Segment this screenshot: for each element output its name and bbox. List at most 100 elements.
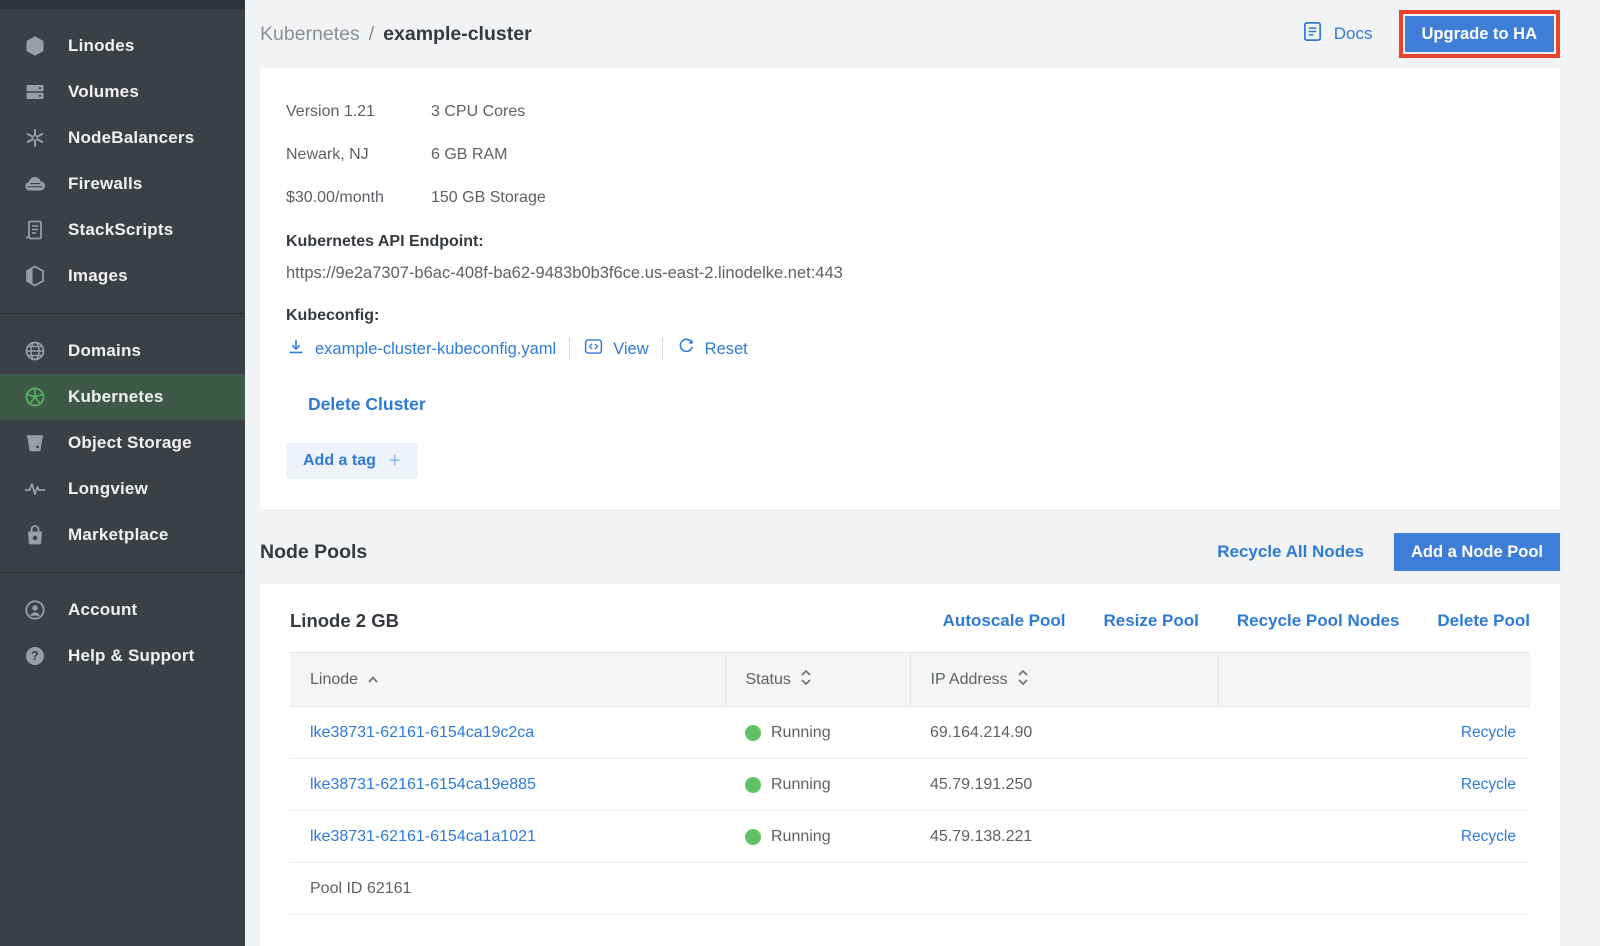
kubeconfig-label: Kubeconfig:: [286, 307, 1534, 325]
domains-icon: [22, 338, 48, 364]
node-ip: 69.164.214.90: [910, 707, 1218, 759]
help-icon: ?: [22, 643, 48, 669]
sidebar-item-label: Help & Support: [68, 646, 195, 666]
sort-icon: [800, 669, 812, 691]
sidebar-item-label: NodeBalancers: [68, 128, 194, 148]
status-label: Running: [771, 724, 831, 742]
sidebar-item-label: Account: [68, 600, 137, 620]
docs-icon: [1301, 20, 1324, 48]
cluster-summary-grid: Version 1.21 3 CPU Cores Newark, NJ 6 GB…: [286, 90, 1534, 219]
delete-cluster-button[interactable]: Delete Cluster: [308, 394, 426, 415]
page-title: example-cluster: [383, 23, 532, 46]
sidebar-item-nodebalancers[interactable]: NodeBalancers: [0, 115, 245, 161]
breadcrumb: Kubernetes / example-cluster: [260, 23, 532, 46]
pool-actions: Autoscale Pool Resize Pool Recycle Pool …: [943, 611, 1530, 631]
nodebalancers-icon: [22, 125, 48, 151]
cluster-price: $30.00/month: [286, 176, 431, 219]
status-running-dot: [745, 829, 761, 845]
main-content: Kubernetes / example-cluster Docs Upgrad…: [245, 0, 1600, 946]
node-link[interactable]: lke38731-62161-6154ca19c2ca: [310, 724, 534, 741]
sidebar-group-primary: Linodes Volumes NodeBalancers Firewalls: [0, 9, 245, 313]
table-row: lke38731-62161-6154ca19e885 Running 45.7…: [290, 759, 1530, 811]
sidebar-item-label: Longview: [68, 479, 148, 499]
sidebar-item-kubernetes[interactable]: Kubernetes: [0, 374, 245, 420]
sidebar-item-longview[interactable]: Longview: [0, 466, 245, 512]
breadcrumb-kubernetes-link[interactable]: Kubernetes: [260, 23, 360, 46]
recycle-all-nodes-link[interactable]: Recycle All Nodes: [1217, 542, 1364, 562]
recycle-pool-nodes-link[interactable]: Recycle Pool Nodes: [1237, 611, 1400, 631]
sidebar: Linodes Volumes NodeBalancers Firewalls: [0, 0, 245, 946]
code-icon: [583, 336, 604, 362]
kubeconfig-row: example-cluster-kubeconfig.yaml View Res…: [286, 336, 1534, 362]
table-row: lke38731-62161-6154ca1a1021 Running 45.7…: [290, 811, 1530, 863]
reset-label: Reset: [705, 340, 748, 359]
page-header: Kubernetes / example-cluster Docs Upgrad…: [260, 0, 1560, 68]
sidebar-item-label: Object Storage: [68, 433, 192, 453]
pool-name: Linode 2 GB: [290, 610, 399, 632]
column-label: Linode: [310, 671, 358, 689]
nodes-table: Linode Status: [290, 652, 1530, 915]
firewalls-icon: [22, 171, 48, 197]
sidebar-item-help-support[interactable]: ? Help & Support: [0, 633, 245, 679]
autoscale-pool-link[interactable]: Autoscale Pool: [943, 611, 1066, 631]
account-icon: [22, 597, 48, 623]
column-header-linode[interactable]: Linode: [290, 653, 725, 707]
sidebar-item-label: Domains: [68, 341, 141, 361]
cluster-version: Version 1.21: [286, 90, 431, 133]
kubeconfig-view-link[interactable]: View: [583, 336, 648, 362]
recycle-node-link[interactable]: Recycle: [1461, 724, 1516, 741]
marketplace-icon: [22, 522, 48, 548]
sidebar-item-volumes[interactable]: Volumes: [0, 69, 245, 115]
table-footer-row: Pool ID 62161: [290, 863, 1530, 915]
sidebar-item-domains[interactable]: Domains: [0, 328, 245, 374]
node-link[interactable]: lke38731-62161-6154ca1a1021: [310, 828, 536, 845]
sidebar-top-strip: [0, 0, 245, 9]
images-icon: [22, 263, 48, 289]
sidebar-item-stackscripts[interactable]: StackScripts: [0, 207, 245, 253]
delete-pool-link[interactable]: Delete Pool: [1437, 611, 1530, 631]
sidebar-item-account[interactable]: Account: [0, 587, 245, 633]
node-pools-header: Node Pools Recycle All Nodes Add a Node …: [260, 533, 1560, 571]
status-running-dot: [745, 777, 761, 793]
node-pools-actions: Recycle All Nodes Add a Node Pool: [1217, 533, 1560, 571]
recycle-node-link[interactable]: Recycle: [1461, 828, 1516, 845]
sidebar-group-tertiary: Account ? Help & Support: [0, 572, 245, 693]
docs-link[interactable]: Docs: [1301, 20, 1373, 48]
status-label: Running: [771, 776, 831, 794]
sidebar-item-label: Marketplace: [68, 525, 168, 545]
divider: [662, 338, 663, 360]
upgrade-ha-button[interactable]: Upgrade to HA: [1405, 16, 1555, 52]
recycle-node-link[interactable]: Recycle: [1461, 776, 1516, 793]
add-tag-label: Add a tag: [303, 452, 376, 470]
add-tag-button[interactable]: Add a tag +: [286, 443, 418, 479]
resize-pool-link[interactable]: Resize Pool: [1103, 611, 1198, 631]
cluster-storage: 150 GB Storage: [431, 176, 691, 219]
view-label: View: [613, 340, 648, 359]
node-ip: 45.79.138.221: [910, 811, 1218, 863]
sidebar-item-images[interactable]: Images: [0, 253, 245, 299]
sidebar-item-marketplace[interactable]: Marketplace: [0, 512, 245, 558]
column-header-ip-address[interactable]: IP Address: [910, 653, 1218, 707]
table-header-row: Linode Status: [290, 653, 1530, 707]
divider: [569, 338, 570, 360]
sidebar-item-linodes[interactable]: Linodes: [0, 23, 245, 69]
plus-icon: +: [389, 453, 401, 469]
add-node-pool-button[interactable]: Add a Node Pool: [1394, 533, 1560, 571]
api-endpoint-label: Kubernetes API Endpoint:: [286, 233, 1534, 251]
sidebar-item-label: Images: [68, 266, 128, 286]
cluster-ram: 6 GB RAM: [431, 133, 691, 176]
kubeconfig-reset-link[interactable]: Reset: [676, 337, 748, 362]
status-running-dot: [745, 725, 761, 741]
sidebar-item-object-storage[interactable]: Object Storage: [0, 420, 245, 466]
linode-icon: [22, 33, 48, 59]
stackscripts-icon: [22, 217, 48, 243]
header-actions: Docs Upgrade to HA: [1301, 10, 1560, 58]
sidebar-item-firewalls[interactable]: Firewalls: [0, 161, 245, 207]
kubeconfig-download-link[interactable]: example-cluster-kubeconfig.yaml: [286, 337, 556, 362]
node-ip: 45.79.191.250: [910, 759, 1218, 811]
column-header-status[interactable]: Status: [725, 653, 910, 707]
longview-icon: [22, 476, 48, 502]
node-link[interactable]: lke38731-62161-6154ca19e885: [310, 776, 536, 793]
pool-id-label: Pool ID 62161: [290, 863, 1530, 915]
cluster-region: Newark, NJ: [286, 133, 431, 176]
